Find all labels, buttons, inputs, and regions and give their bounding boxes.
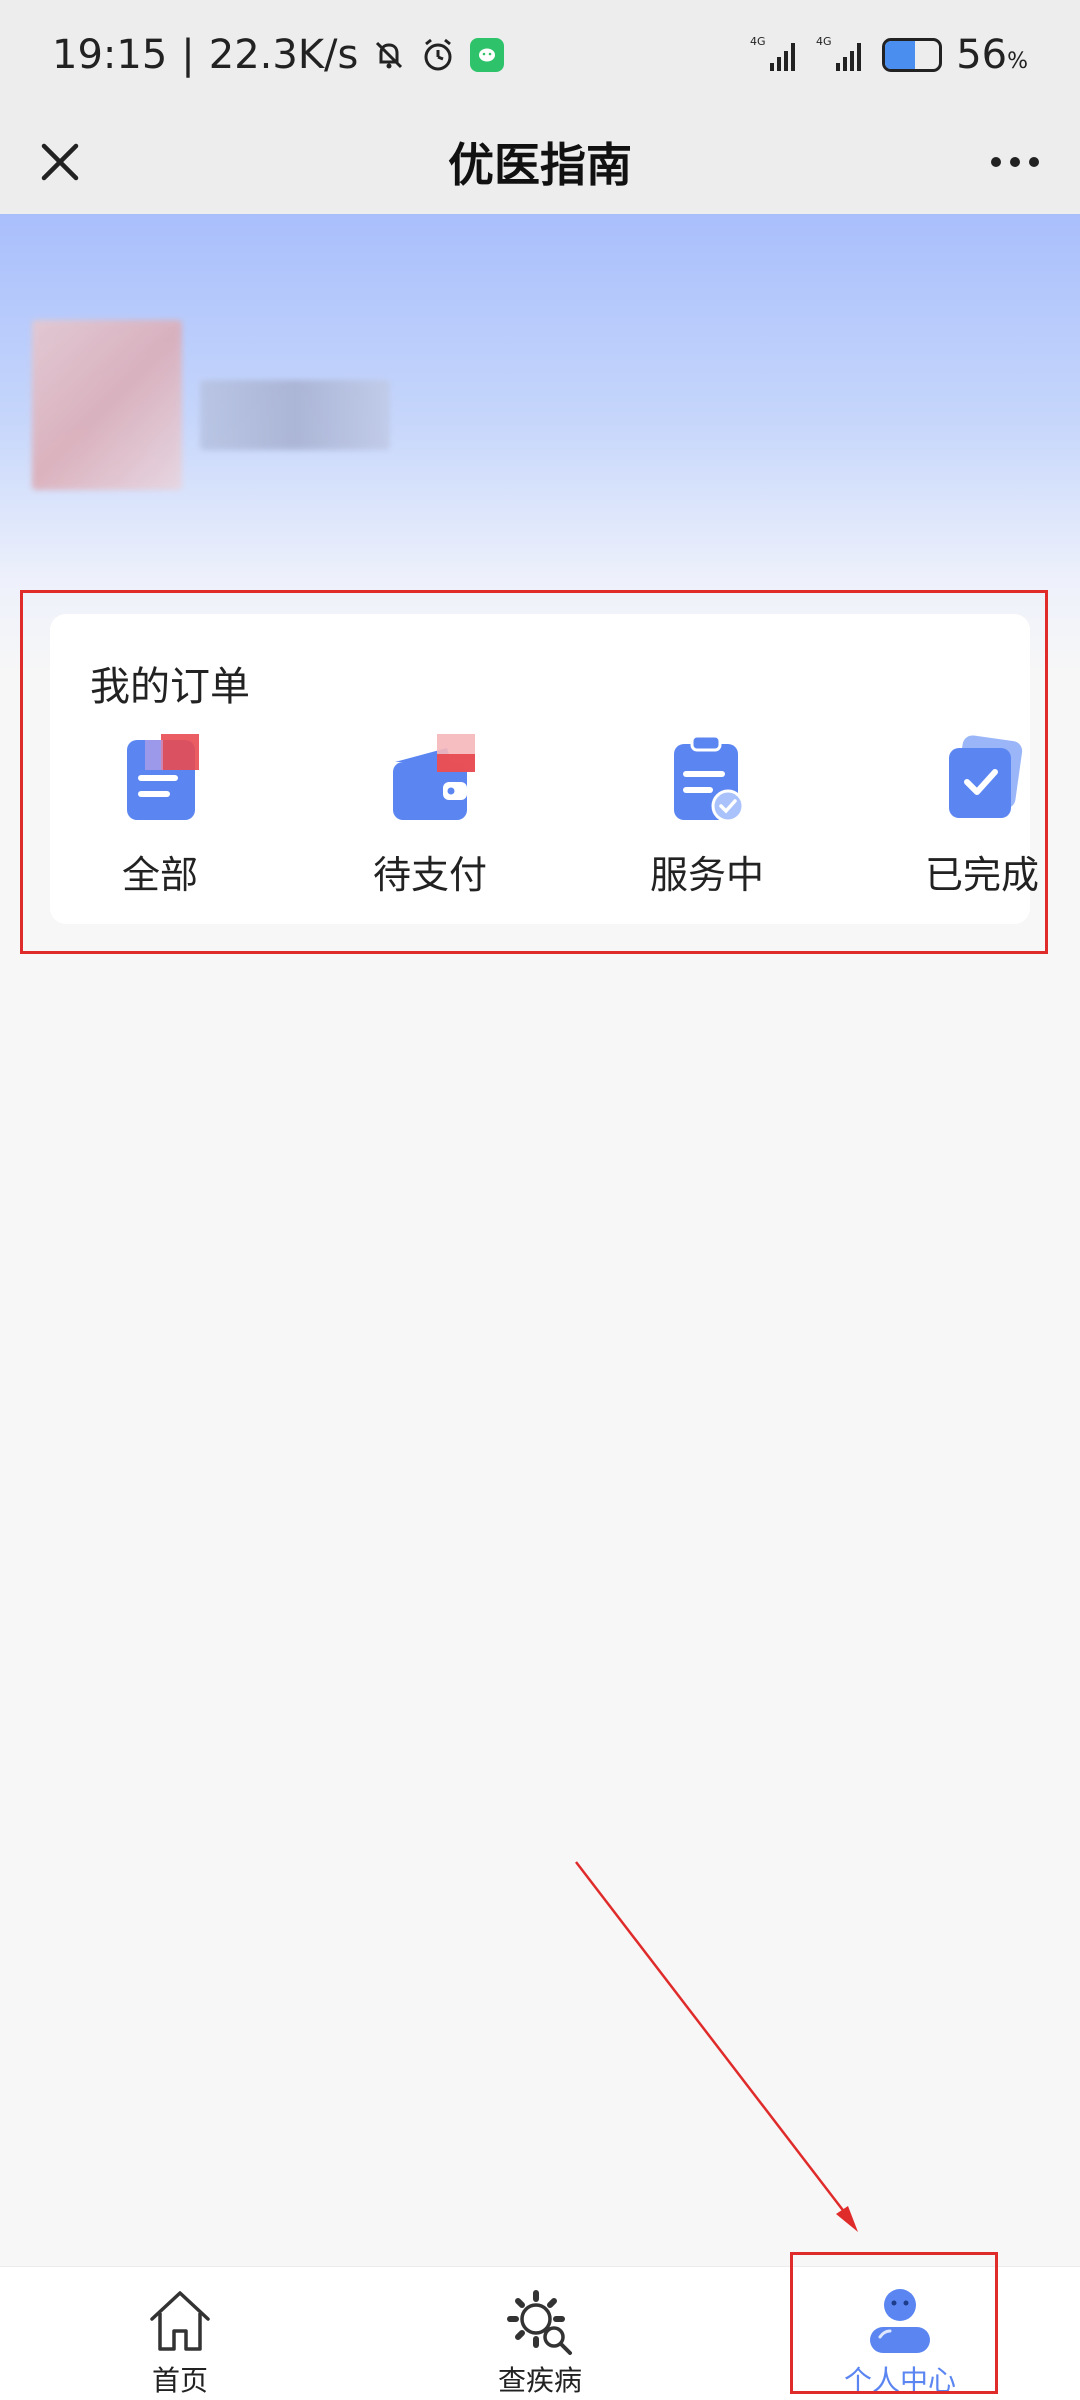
status-speed: 22.3K/s [208,32,359,78]
tab-personal-center[interactable]: 个人中心 [780,2267,1020,2400]
battery-percent: 56% [956,32,1028,78]
status-bar: 19:15 | 22.3K/s 4G 4G 56% [0,0,1080,110]
status-right: 4G 4G 56% [750,32,1028,78]
order-completed[interactable]: 已完成 [892,734,1072,914]
order-all-label: 全部 [121,853,198,897]
alarm-icon [420,37,456,73]
close-icon [41,143,79,181]
gear-search-icon [504,2285,576,2357]
order-pending-payment-label: 待支付 [372,853,487,897]
more-icon [991,157,1039,167]
avatar[interactable] [32,320,182,490]
order-pending-payment[interactable]: 待支付 [340,734,520,914]
user-icon [864,2285,936,2357]
status-divider: | [181,32,195,78]
wallet-icon [385,734,475,824]
tab-personal-center-label: 个人中心 [843,2364,956,2397]
orders-row: 全部 待支付 服务中 已完成 [50,734,1039,914]
page-title: 优医指南 [448,138,632,192]
document-icon [115,734,205,824]
close-button[interactable] [30,132,90,192]
order-in-service[interactable]: 服务中 [617,734,797,914]
wechat-icon [470,38,505,72]
mute-bell-icon [372,38,406,72]
order-in-service-label: 服务中 [649,853,764,897]
battery-icon [882,38,943,72]
tab-disease-search[interactable]: 查疾病 [420,2267,660,2400]
tab-home[interactable]: 首页 [60,2267,300,2400]
bottom-tab-bar: 首页 查疾病 个人中心 [0,2266,1080,2400]
signal-icon-2: 4G [816,35,868,75]
clipboard-check-icon [662,734,752,824]
tab-disease-search-label: 查疾病 [497,2364,582,2397]
tab-home-label: 首页 [151,2364,208,2397]
my-orders-card: 我的订单 全部 待支付 服务中 已完成 [50,614,1039,924]
network-label-2: 4G [816,35,832,48]
battery-value: 56 [956,32,1008,78]
home-icon [144,2285,216,2357]
orders-title: 我的订单 [90,664,250,710]
battery-fill [885,41,916,69]
battery-unit: % [1007,49,1028,74]
order-completed-label: 已完成 [924,853,1039,897]
status-left: 19:15 | 22.3K/s [52,32,505,78]
status-time: 19:15 [52,32,168,78]
more-button[interactable] [980,132,1050,192]
title-bar: 优医指南 [0,110,1080,214]
completed-check-icon [937,734,1027,824]
user-name-redacted [200,380,390,450]
network-label-1: 4G [750,35,766,48]
order-all[interactable]: 全部 [70,734,250,914]
signal-icon-1: 4G [750,35,802,75]
